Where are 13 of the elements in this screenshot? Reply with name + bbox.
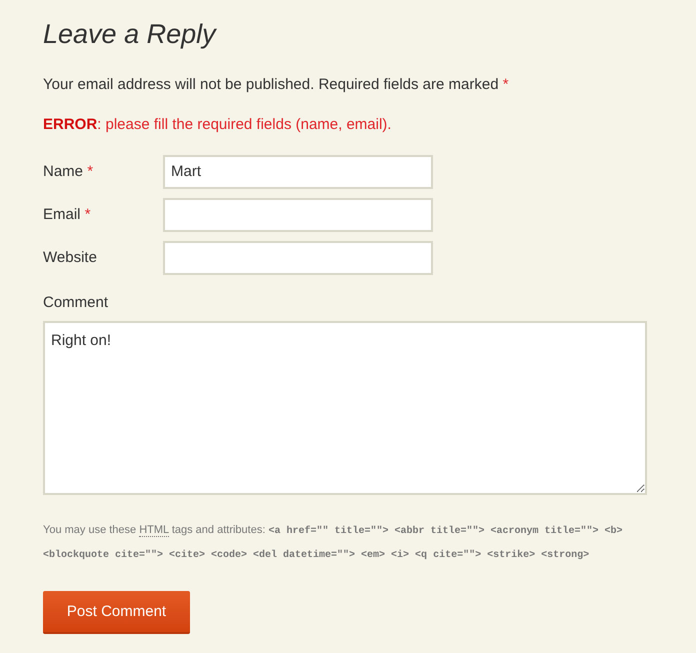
field-label: Comment	[43, 292, 108, 313]
field-label: Website	[43, 248, 98, 268]
text-field[interactable]: Mart	[163, 154, 433, 189]
comment-field[interactable]: Right on!	[43, 321, 647, 496]
notice-text: Your email address will not be published. Required fields are marked *	[43, 74, 509, 95]
allowed-tags-text: You may use these HTML tags and attributes: <a href="" title=""> <abbr title=""> <acronym title=""> <b> <blockquote cite=""> <cite> <code> <del datetime=""> <em> <i> <q cite=""> <strike> <strong>	[43, 523, 624, 564]
section-title: Leave a Reply	[43, 18, 216, 51]
error-message: ERROR: please fill the required fields (name, email).	[43, 115, 392, 136]
text-field[interactable]	[163, 198, 433, 232]
field-label: Name *	[43, 162, 94, 182]
post-comment-button[interactable]: Post Comment	[43, 591, 190, 634]
field-label: Email *	[43, 204, 92, 224]
text-field[interactable]	[163, 240, 433, 275]
